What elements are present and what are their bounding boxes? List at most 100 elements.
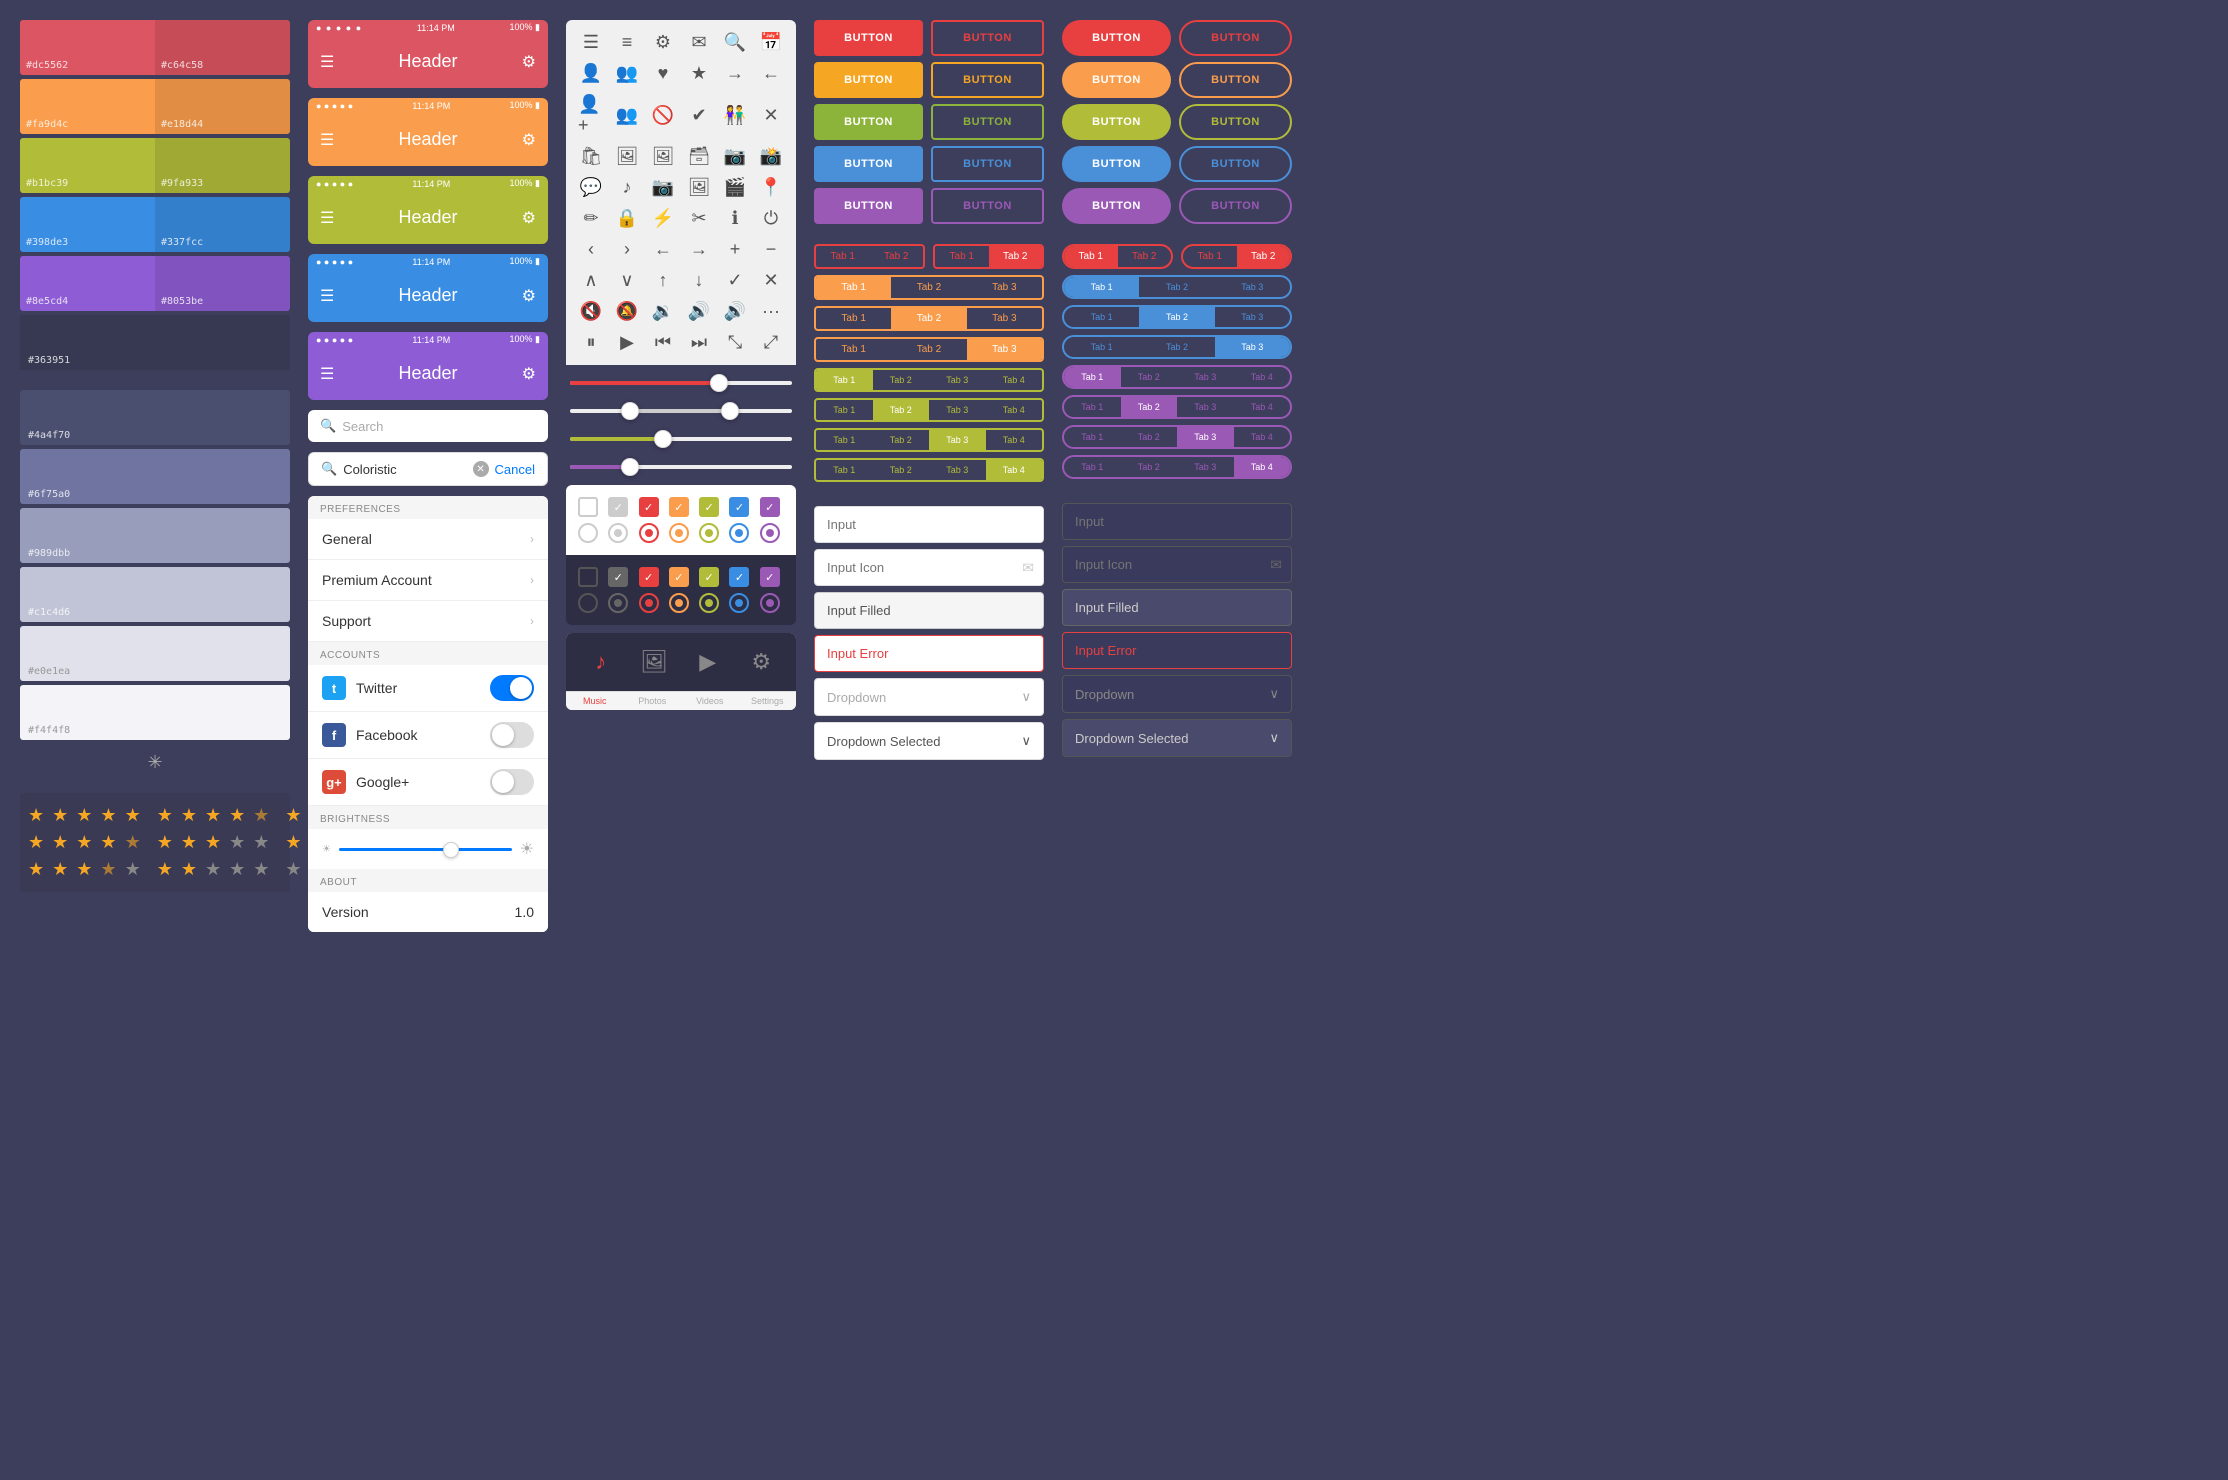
dark-button-purple-filled[interactable]: BUTTON: [1062, 188, 1171, 224]
checkbox-checked-gray[interactable]: ✓: [608, 497, 628, 517]
checkbox-dark-orange[interactable]: ✓: [669, 567, 689, 587]
tab4[interactable]: Tab 4: [986, 400, 1043, 420]
tab3[interactable]: Tab 3: [1215, 307, 1290, 327]
checkbox-dark-purple[interactable]: ✓: [760, 567, 780, 587]
radio-gray[interactable]: [608, 523, 628, 543]
tab2[interactable]: Tab 2: [1121, 457, 1178, 477]
dark-button-orange-outline[interactable]: BUTTON: [1179, 62, 1292, 98]
tab2-item[interactable]: Tab 2: [891, 339, 966, 360]
tab4[interactable]: Tab 4: [1234, 367, 1291, 387]
dark-button-orange-filled[interactable]: BUTTON: [1062, 62, 1171, 98]
tab4[interactable]: Tab 4: [1234, 427, 1291, 447]
tab3-active[interactable]: Tab 3: [1177, 427, 1234, 447]
tab2-item-active[interactable]: Tab 2: [989, 246, 1043, 267]
tab1[interactable]: Tab 1: [1064, 457, 1121, 477]
radio-orange[interactable]: [669, 523, 689, 543]
menu-icon[interactable]: ☰: [320, 208, 334, 228]
dark-button-olive-filled[interactable]: BUTTON: [1062, 104, 1171, 140]
checkbox-checked-blue[interactable]: ✓: [729, 497, 749, 517]
settings-support[interactable]: Support ›: [308, 601, 548, 642]
tab1-active[interactable]: Tab 1: [1064, 246, 1118, 267]
tab2-active[interactable]: Tab 2: [891, 308, 966, 329]
tab1-item[interactable]: Tab 1: [816, 308, 891, 329]
tab1-item[interactable]: Tab 1: [816, 246, 870, 267]
button-orange-filled[interactable]: BUTTON: [814, 62, 923, 98]
tab1-active[interactable]: Tab 1: [816, 277, 891, 298]
button-blue-filled[interactable]: BUTTON: [814, 146, 923, 182]
tab3-active[interactable]: Tab 3: [929, 430, 986, 450]
radio-dark-purple[interactable]: [760, 593, 780, 613]
checkbox-checked-purple[interactable]: ✓: [760, 497, 780, 517]
checkbox-checked-red[interactable]: ✓: [639, 497, 659, 517]
tab3-active[interactable]: Tab 3: [967, 339, 1042, 360]
tab2-item[interactable]: Tab 2: [1118, 246, 1172, 267]
brightness-thumb[interactable]: [443, 842, 459, 858]
checkbox-dark-red[interactable]: ✓: [639, 567, 659, 587]
settings-premium[interactable]: Premium Account ›: [308, 560, 548, 601]
tab2[interactable]: Tab 2: [1121, 367, 1178, 387]
tab4[interactable]: Tab 4: [986, 370, 1043, 390]
tab1-active[interactable]: Tab 1: [1064, 277, 1139, 297]
radio-dark-red[interactable]: [639, 593, 659, 613]
radio-empty[interactable]: [578, 523, 598, 543]
input-error[interactable]: [814, 635, 1044, 672]
slider-red[interactable]: [570, 373, 792, 393]
input-icon[interactable]: [814, 549, 1044, 586]
dark-button-olive-outline[interactable]: BUTTON: [1179, 104, 1292, 140]
button-orange-outline[interactable]: BUTTON: [931, 62, 1044, 98]
slider-purple[interactable]: [570, 457, 792, 477]
input-default[interactable]: [814, 506, 1044, 543]
tab-music[interactable]: ♪: [578, 649, 624, 675]
tab2[interactable]: Tab 2: [1139, 277, 1214, 297]
tab1[interactable]: Tab 1: [816, 460, 873, 480]
tab3-item[interactable]: Tab 3: [967, 308, 1042, 329]
slider-thumb[interactable]: [654, 430, 672, 448]
menu-icon[interactable]: ☰: [320, 52, 334, 72]
radio-olive[interactable]: [699, 523, 719, 543]
tab2-item[interactable]: Tab 2: [870, 246, 924, 267]
radio-dark-olive[interactable]: [699, 593, 719, 613]
tab2[interactable]: Tab 2: [1139, 337, 1214, 357]
tab-photos[interactable]: 🖼: [632, 649, 678, 675]
menu-icon[interactable]: ☰: [320, 364, 334, 384]
twitter-toggle[interactable]: [490, 675, 534, 701]
tab2-active[interactable]: Tab 2: [1237, 246, 1291, 267]
button-red-filled[interactable]: BUTTON: [814, 20, 923, 56]
button-purple-filled[interactable]: BUTTON: [814, 188, 923, 224]
button-purple-outline[interactable]: BUTTON: [931, 188, 1044, 224]
tab1-active[interactable]: Tab 1: [1064, 367, 1121, 387]
tab1-item[interactable]: Tab 1: [816, 339, 891, 360]
dark-dropdown-selected[interactable]: Dropdown Selected ∨: [1062, 719, 1292, 757]
settings-icon[interactable]: ⚙: [522, 130, 536, 150]
checkbox-empty[interactable]: [578, 497, 598, 517]
slider-olive[interactable]: [570, 429, 792, 449]
facebook-toggle[interactable]: [490, 722, 534, 748]
facebook-row[interactable]: f Facebook: [308, 712, 548, 759]
menu-icon[interactable]: ☰: [320, 286, 334, 306]
tab1[interactable]: Tab 1: [816, 430, 873, 450]
search-box[interactable]: 🔍 Search: [308, 410, 548, 442]
radio-dark-orange[interactable]: [669, 593, 689, 613]
radio-dark-blue[interactable]: [729, 593, 749, 613]
dark-input-icon[interactable]: [1062, 546, 1292, 583]
radio-dark-empty[interactable]: [578, 593, 598, 613]
tab-videos[interactable]: ▶: [685, 649, 731, 675]
settings-general[interactable]: General ›: [308, 519, 548, 560]
tab3-item[interactable]: Tab 3: [967, 277, 1042, 298]
dark-button-purple-outline[interactable]: BUTTON: [1179, 188, 1292, 224]
cancel-button[interactable]: Cancel: [495, 462, 535, 477]
tab3[interactable]: Tab 3: [929, 400, 986, 420]
tab3[interactable]: Tab 3: [1177, 457, 1234, 477]
button-red-outline[interactable]: BUTTON: [931, 20, 1044, 56]
settings-icon[interactable]: ⚙: [522, 286, 536, 306]
button-olive-outline[interactable]: BUTTON: [931, 104, 1044, 140]
slider-thumb[interactable]: [621, 402, 639, 420]
tab-settings[interactable]: ⚙: [739, 649, 785, 675]
tab1[interactable]: Tab 1: [1064, 337, 1139, 357]
tab1-item[interactable]: Tab 1: [935, 246, 989, 267]
radio-red[interactable]: [639, 523, 659, 543]
dark-dropdown-default[interactable]: Dropdown ∨: [1062, 675, 1292, 713]
slider-thumb[interactable]: [721, 402, 739, 420]
dropdown-selected[interactable]: Dropdown Selected ∨: [814, 722, 1044, 760]
tab3[interactable]: Tab 3: [929, 460, 986, 480]
